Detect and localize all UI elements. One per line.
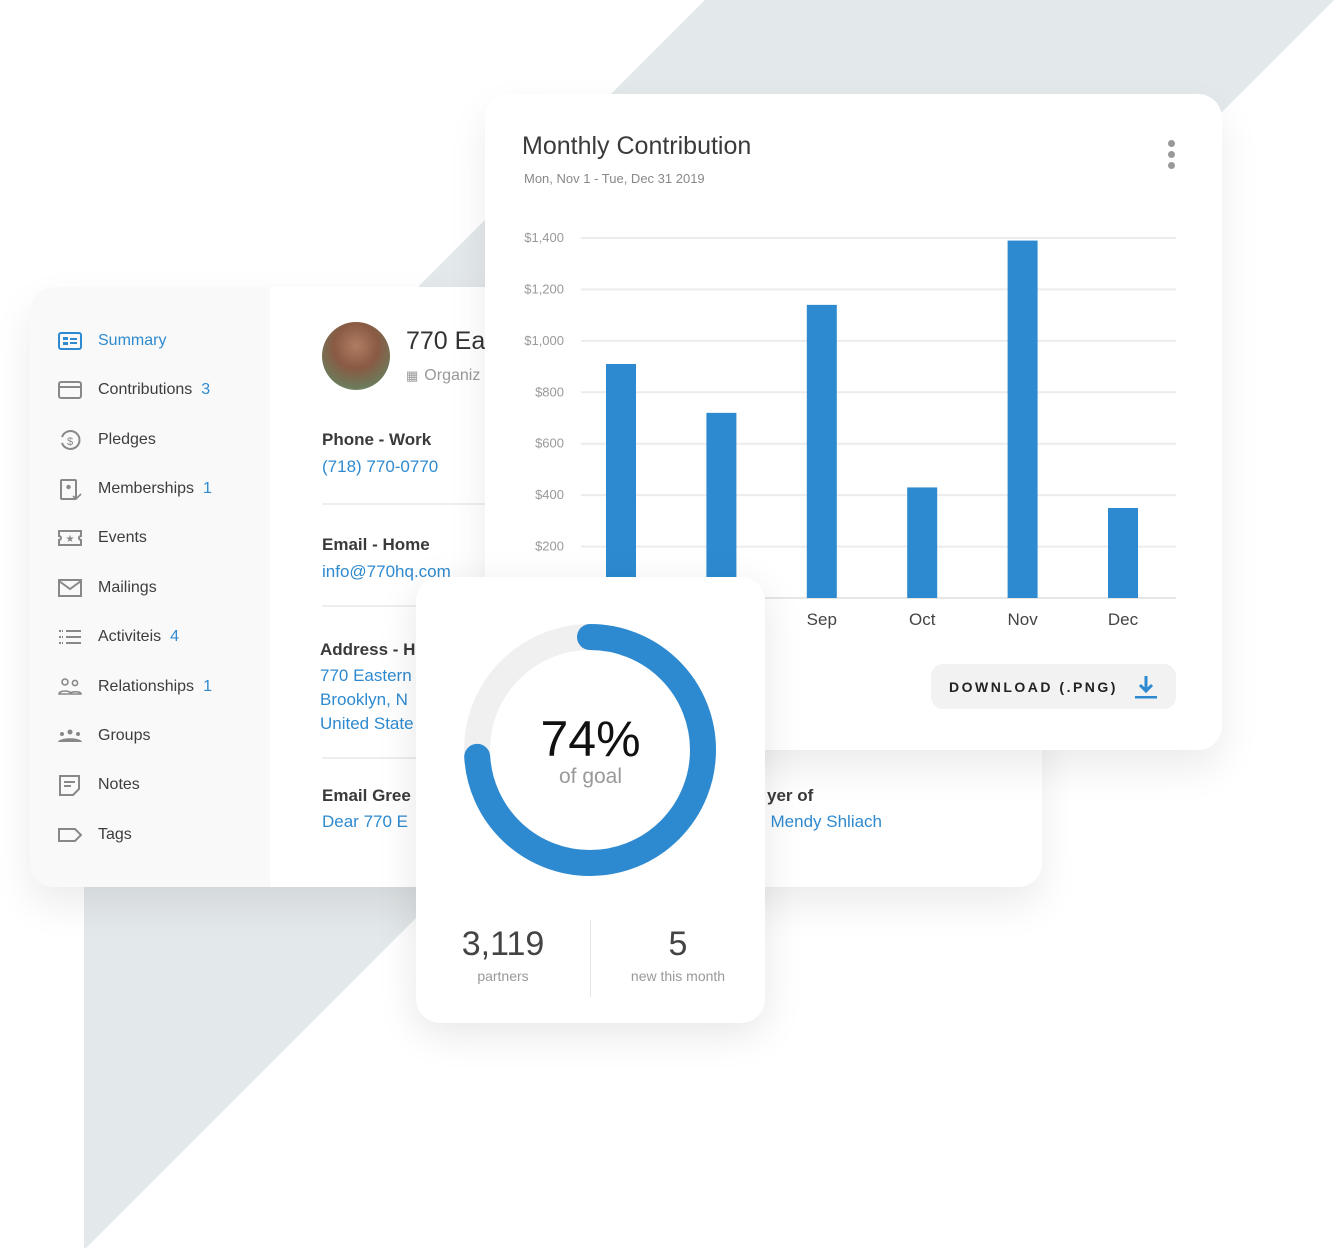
id-card-icon: [58, 332, 82, 350]
tag-icon: [58, 828, 82, 842]
sidebar-item-memberships[interactable]: Memberships 1: [58, 477, 212, 501]
sidebar-item-summary[interactable]: Summary: [58, 329, 166, 353]
stat-label: partners: [477, 968, 529, 984]
phone-link[interactable]: (718) 770-0770: [322, 457, 438, 477]
sidebar-item-tags[interactable]: Tags: [58, 823, 132, 847]
field-label: Phone - Work: [322, 430, 432, 449]
sidebar-item-activiteis[interactable]: Activiteis 4: [58, 625, 179, 649]
stat-value: 5: [668, 925, 688, 963]
address-line[interactable]: United State: [320, 714, 414, 734]
y-tick-label: $200: [535, 539, 564, 554]
bar-nov[interactable]: [1007, 240, 1038, 599]
stat-label: new this month: [630, 968, 726, 984]
profile-name: 770 Ea: [406, 327, 486, 355]
sidebar-item-contributions[interactable]: Contributions 3: [58, 378, 210, 402]
field-label: yer of: [767, 786, 814, 805]
bar-dec[interactable]: [1108, 508, 1138, 598]
sidebar-item-mailings[interactable]: Mailings: [58, 576, 157, 600]
download-png-button[interactable]: DOWNLOAD (.PNG): [931, 664, 1176, 709]
x-tick-label: Sep: [807, 610, 837, 629]
membership-badge-icon: [60, 479, 82, 500]
bar-month-1[interactable]: [606, 364, 636, 598]
sidebar-item-label: Notes: [98, 776, 140, 793]
sidebar-item-label: Pledges: [98, 431, 156, 448]
email-greeting-value: Dear 770 E: [322, 812, 408, 831]
bar-sep[interactable]: [806, 304, 837, 598]
sidebar-item-label: Summary: [98, 332, 167, 349]
avatar: [322, 322, 390, 390]
download-icon: [1134, 675, 1157, 698]
bar-oct[interactable]: [907, 487, 938, 598]
prayer-of-link[interactable]: i Mendy Shliach: [762, 812, 882, 832]
sidebar-item-label: Tags: [98, 826, 132, 843]
sidebar-item-pledges[interactable]: $ Pledges: [58, 428, 156, 452]
field-label: Email - Home: [322, 535, 430, 554]
bar-chart: $200 $400 $600 $800 $1,000 $1,200 $1,400 Sep Oct…: [524, 230, 1176, 629]
y-tick-label: $600: [535, 436, 564, 451]
sidebar-item-label: Relationships: [98, 678, 195, 695]
stat-new-this-month: 5 new this month: [591, 925, 765, 984]
building-icon: ▦: [406, 368, 419, 383]
bar-month-2[interactable]: [706, 412, 737, 598]
dollar-cycle-icon: $: [61, 430, 81, 450]
sidebar-item-notes[interactable]: Notes: [58, 773, 140, 797]
goal-percent: 74%: [540, 711, 641, 767]
sidebar-item-label: Groups: [98, 727, 151, 744]
sidebar-item-groups[interactable]: Groups: [58, 724, 150, 748]
x-tick-label: Oct: [909, 610, 936, 629]
profile-type: ▦ Organiz: [406, 367, 481, 384]
sidebar-item-count: 1: [203, 678, 212, 695]
note-icon: [59, 775, 80, 796]
x-tick-label: Nov: [1007, 610, 1038, 629]
sidebar-item-relationships[interactable]: Relationships 1: [58, 675, 212, 699]
field-label: Address - H: [320, 640, 416, 659]
group-icon: [58, 729, 82, 742]
y-tick-label: $1,400: [524, 230, 564, 245]
x-tick-label: Dec: [1108, 610, 1139, 629]
stat-value: 3,119: [461, 925, 545, 963]
svg-text:★: ★: [66, 534, 75, 545]
ticket-star-icon: ★: [58, 530, 82, 546]
envelope-icon: [58, 579, 82, 597]
address-line[interactable]: Brooklyn, N: [320, 690, 408, 710]
sidebar-item-events[interactable]: ★ Events: [58, 526, 147, 550]
y-tick-label: $1,000: [524, 333, 564, 348]
address-line[interactable]: 770 Eastern: [320, 666, 412, 686]
sidebar-item-label: Events: [98, 529, 147, 546]
goal-caption: of goal: [558, 765, 623, 788]
svg-text:$: $: [67, 436, 73, 448]
y-tick-label: $800: [535, 384, 564, 399]
sidebar-item-count: 3: [201, 381, 211, 398]
sidebar-item-count: 4: [170, 628, 180, 645]
people-icon: [58, 678, 82, 695]
credit-card-icon: [58, 381, 82, 399]
y-tick-label: $400: [535, 487, 564, 502]
sidebar-item-label: Activiteis: [98, 628, 162, 645]
goal-progress-card: 74% of goal 3,119 partners 5 new this mo…: [416, 577, 765, 1023]
sidebar-item-count: 1: [203, 480, 212, 497]
sidebar-item-label: Mailings: [98, 579, 157, 596]
checklist-icon: [59, 630, 81, 644]
sidebar-item-label: Memberships: [98, 480, 195, 497]
sidebar-item-label: Contributions: [98, 381, 193, 398]
stat-partners: 3,119 partners: [416, 925, 590, 984]
y-tick-label: $1,200: [524, 281, 564, 296]
field-label: Email Gree: [322, 786, 411, 805]
